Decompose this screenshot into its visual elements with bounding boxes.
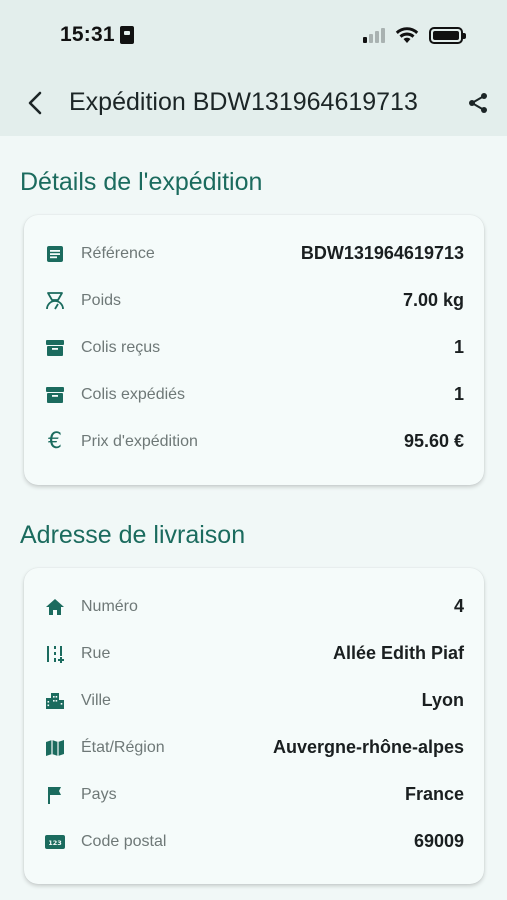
share-icon	[469, 93, 487, 113]
delivery-address-card: Numéro 4 Rue Allée Edith Piaf Ville Lyon…	[24, 568, 484, 884]
row-label: Prix d'expédition	[81, 432, 198, 450]
scale-icon	[44, 290, 66, 312]
back-button[interactable]	[20, 88, 50, 118]
row-value: 1	[453, 384, 464, 404]
row-label: Colis reçus	[81, 338, 161, 356]
row-label: Colis expédiés	[81, 385, 186, 403]
map-icon	[44, 737, 66, 759]
row-value: France	[404, 784, 464, 804]
chevron-left-icon	[28, 91, 42, 115]
city-icon	[44, 690, 66, 712]
row-value: 4	[453, 596, 464, 616]
address-row-street: Rue Allée Edith Piaf	[44, 630, 464, 677]
euro-icon: €	[48, 428, 62, 454]
detail-row-shipped: Colis expédiés 1	[44, 371, 464, 418]
wifi-icon	[395, 27, 419, 43]
row-label: Ville	[81, 691, 111, 709]
row-value: Auvergne-rhône-alpes	[272, 737, 464, 757]
archive-box-icon	[44, 337, 66, 359]
row-label: Numéro	[81, 597, 138, 615]
home-icon	[44, 596, 66, 618]
row-label: Pays	[81, 785, 117, 803]
id-card-icon	[119, 26, 134, 44]
shipment-details-card: Référence BDW131964619713 Poids 7.00 kg …	[24, 215, 484, 485]
row-value: 7.00 kg	[402, 290, 464, 310]
status-indicators	[363, 26, 466, 44]
signal-icon	[363, 27, 385, 43]
address-row-city: Ville Lyon	[44, 677, 464, 724]
row-value: 69009	[413, 831, 464, 851]
document-icon	[44, 243, 66, 265]
detail-row-reference: Référence BDW131964619713	[44, 230, 464, 277]
status-time: 15:31	[60, 23, 134, 47]
detail-row-received: Colis reçus 1	[44, 324, 464, 371]
share-button[interactable]	[463, 88, 493, 118]
row-value: Lyon	[421, 690, 464, 710]
row-value: Allée Edith Piaf	[332, 643, 464, 663]
address-row-country: Pays France	[44, 771, 464, 818]
detail-row-weight: Poids 7.00 kg	[44, 277, 464, 324]
row-label: Code postal	[81, 832, 167, 850]
page-title: Expédition BDW131964619713	[69, 88, 418, 116]
row-value: 95.60 €	[403, 431, 464, 451]
battery-icon	[429, 26, 466, 44]
app-bar: Expédition BDW131964619713	[0, 72, 507, 136]
status-time-text: 15:31	[60, 23, 115, 46]
numbers-icon: 123	[44, 831, 66, 853]
row-value: BDW131964619713	[300, 243, 464, 263]
road-icon	[44, 643, 66, 665]
shipment-section-title: Détails de l'expédition	[20, 168, 263, 196]
row-label: Poids	[81, 291, 122, 309]
address-row-number: Numéro 4	[44, 583, 464, 630]
row-label: Rue	[81, 644, 111, 662]
svg-text:123: 123	[48, 839, 62, 847]
address-section-title: Adresse de livraison	[20, 521, 246, 549]
row-label: Référence	[81, 244, 155, 262]
archive-box-icon	[44, 384, 66, 406]
flag-icon	[44, 784, 66, 806]
address-row-postal-code: 123 Code postal 69009	[44, 818, 464, 865]
row-label: État/Région	[81, 738, 165, 756]
detail-row-price: € Prix d'expédition 95.60 €	[44, 418, 464, 465]
status-bar: 15:31	[0, 0, 507, 72]
row-value: 1	[453, 337, 464, 357]
address-row-region: État/Région Auvergne-rhône-alpes	[44, 724, 464, 771]
